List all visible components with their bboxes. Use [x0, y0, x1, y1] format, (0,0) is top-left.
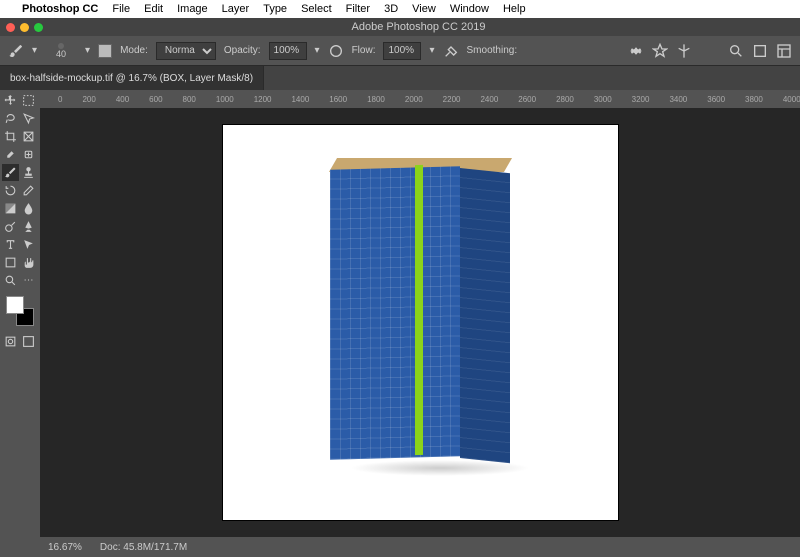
path-select-tool[interactable]	[20, 236, 37, 253]
status-bar: 16.67% Doc: 45.8M/171.7M	[40, 537, 800, 557]
blend-mode-select[interactable]: Normal	[156, 42, 216, 60]
brush-tool-icon	[8, 43, 24, 59]
menu-layer[interactable]: Layer	[222, 3, 250, 15]
edit-toolbar[interactable]: ⋯	[20, 272, 37, 289]
menu-image[interactable]: Image	[177, 3, 208, 15]
brush-panel-toggle[interactable]	[98, 44, 112, 58]
menu-view[interactable]: View	[412, 3, 436, 15]
document-tab-bar: box-halfside-mockup.tif @ 16.7% (BOX, La…	[0, 66, 800, 90]
color-swatches[interactable]	[6, 296, 34, 326]
opacity-input[interactable]	[269, 42, 307, 60]
menu-edit[interactable]: Edit	[144, 3, 163, 15]
window-title: Adobe Photoshop CC 2019	[43, 21, 794, 33]
menu-filter[interactable]: Filter	[346, 3, 370, 15]
stamp-tool[interactable]	[20, 164, 37, 181]
pressure-opacity-icon[interactable]	[328, 43, 344, 59]
menu-help[interactable]: Help	[503, 3, 526, 15]
canvas[interactable]	[40, 108, 800, 537]
doc-size[interactable]: Doc: 45.8M/171.7M	[100, 542, 187, 553]
search-icon[interactable]	[728, 43, 744, 59]
zoom-level[interactable]: 16.67%	[48, 542, 82, 553]
history-brush-tool[interactable]	[2, 182, 19, 199]
frame-tool[interactable]	[20, 128, 37, 145]
hand-tool[interactable]	[20, 254, 37, 271]
airbrush-icon[interactable]	[443, 43, 459, 59]
artboard	[223, 125, 618, 520]
menu-type[interactable]: Type	[263, 3, 287, 15]
window-titlebar: Adobe Photoshop CC 2019	[0, 18, 800, 36]
zoom-tool[interactable]	[2, 272, 19, 289]
gear-icon[interactable]	[628, 43, 644, 59]
screen-mode-toggle[interactable]	[20, 333, 37, 350]
gradient-tool[interactable]	[2, 200, 19, 217]
menu-select[interactable]: Select	[301, 3, 332, 15]
workspace-icon[interactable]	[776, 43, 792, 59]
document-tab[interactable]: box-halfside-mockup.tif @ 16.7% (BOX, La…	[0, 66, 264, 90]
mode-label: Mode:	[120, 45, 148, 56]
quick-select-tool[interactable]	[20, 110, 37, 127]
blur-tool[interactable]	[20, 200, 37, 217]
type-tool[interactable]	[2, 236, 19, 253]
toolbox: ⋯	[0, 90, 40, 557]
move-tool[interactable]	[2, 92, 19, 109]
menu-window[interactable]: Window	[450, 3, 489, 15]
symmetry-icon[interactable]	[676, 43, 692, 59]
minimize-window-button[interactable]	[20, 23, 29, 32]
dodge-tool[interactable]	[2, 218, 19, 235]
foreground-color[interactable]	[6, 296, 24, 314]
mac-menubar: Photoshop CC File Edit Image Layer Type …	[0, 0, 800, 18]
brush-settings-icon[interactable]	[652, 43, 668, 59]
shape-tool[interactable]	[2, 254, 19, 271]
menu-file[interactable]: File	[112, 3, 130, 15]
flow-input[interactable]	[383, 42, 421, 60]
menu-3d[interactable]: 3D	[384, 3, 398, 15]
lasso-tool[interactable]	[2, 110, 19, 127]
flow-dropdown[interactable]: ▾	[429, 45, 434, 56]
ruler-horizontal[interactable]: 0200400600800100012001400160018002000220…	[40, 90, 800, 108]
options-bar: ▾ 40 ▾ Mode: Normal Opacity: ▾ Flow: ▾ S…	[0, 36, 800, 66]
flow-label: Flow:	[352, 45, 376, 56]
eyedropper-tool[interactable]	[2, 146, 19, 163]
healing-tool[interactable]	[20, 146, 37, 163]
tool-preset-dropdown[interactable]: ▾	[32, 45, 37, 56]
brush-dropdown[interactable]: ▾	[85, 45, 90, 56]
quick-mask-toggle[interactable]	[2, 333, 19, 350]
crop-tool[interactable]	[2, 128, 19, 145]
close-window-button[interactable]	[6, 23, 15, 32]
share-icon[interactable]	[752, 43, 768, 59]
eraser-tool[interactable]	[20, 182, 37, 199]
canvas-area: 0200400600800100012001400160018002000220…	[40, 90, 800, 557]
smoothing-label: Smoothing:	[467, 45, 518, 56]
opacity-dropdown[interactable]: ▾	[315, 45, 320, 56]
opacity-label: Opacity:	[224, 45, 261, 56]
app-menu[interactable]: Photoshop CC	[22, 3, 98, 15]
maximize-window-button[interactable]	[34, 23, 43, 32]
brush-preview[interactable]: 40	[45, 43, 77, 59]
box-mockup	[330, 168, 510, 468]
marquee-tool[interactable]	[20, 92, 37, 109]
pen-tool[interactable]	[20, 218, 37, 235]
brush-tool[interactable]	[2, 164, 19, 181]
